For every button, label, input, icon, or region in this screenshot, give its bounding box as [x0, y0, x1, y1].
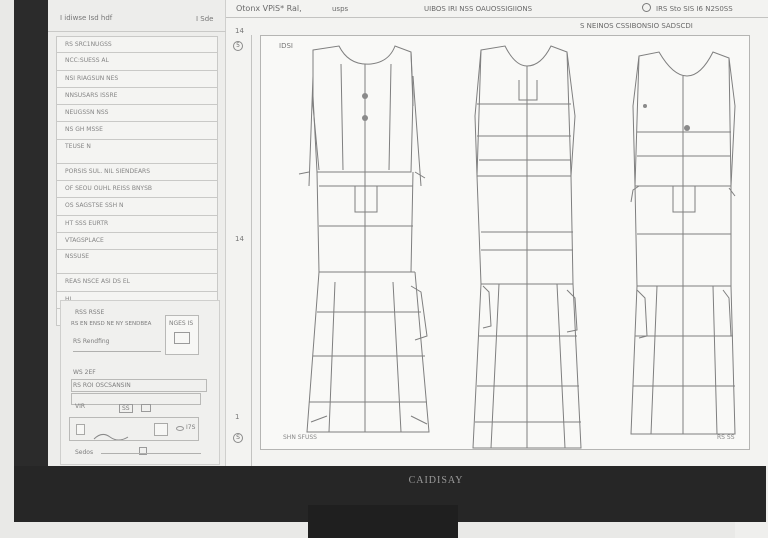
garment-side-view	[472, 45, 582, 449]
panel-header: I idiwse Isd hdf I Sde	[48, 0, 226, 32]
property-row[interactable]	[71, 379, 207, 392]
ruler-circle[interactable]: 5	[233, 41, 243, 51]
tree-item[interactable]: HT SSS EURTR	[56, 215, 218, 233]
footer-label: Sedos	[75, 449, 94, 456]
panel-title: I idiwse Isd hdf	[60, 14, 113, 22]
tree-item[interactable]: OS SAGSTSE SSH N	[56, 198, 218, 216]
size-value: NGES IS	[169, 320, 194, 327]
tool-row: I7S	[69, 417, 199, 441]
properties-panel: RSS RSSE RS EN ENSD NE NY SENDBEA NGES I…	[60, 300, 220, 465]
divider	[73, 351, 161, 352]
center-label: UIBOS IRI NSS OAUOSSIGIIONS	[424, 5, 533, 13]
canvas-footer-note: SHN SFUSS	[283, 434, 317, 441]
pattern-piece-list: RS SRC1NUGSS NCC:SUESS AL NSI RIAGSUN NES N…	[56, 36, 218, 327]
garment-back-view	[630, 51, 736, 435]
size-box[interactable]: NGES IS	[165, 315, 199, 355]
tree-item[interactable]: TEUSE N	[56, 139, 218, 164]
tree-item[interactable]: NNSUSARS ISSRE	[56, 87, 218, 106]
layers-panel: I idiwse Isd hdf I Sde RS SRC1NUGSS NCC:S…	[48, 0, 226, 466]
drawing-canvas[interactable]: IDSI SHN SFUSS RS SS	[260, 35, 750, 450]
right-label: S NEINOS CSSIBONSIO SADSCDI	[580, 22, 693, 30]
layers-icon[interactable]	[154, 423, 168, 436]
tree-item[interactable]: RS SRC1NUGSS	[56, 36, 218, 54]
property-label: WS 2EF	[73, 369, 96, 376]
ruler-mark: 14	[235, 27, 244, 35]
tool-value: I7S	[186, 424, 196, 431]
field-label: VIR	[75, 403, 86, 410]
tree-item[interactable]: NCC:SUESS AL	[56, 53, 218, 71]
grid-icon	[174, 332, 190, 344]
property-label: RS EN ENSD NE NY SENDBEA	[71, 321, 152, 327]
tree-item[interactable]: NS GH MSSE	[56, 122, 218, 140]
field-unit[interactable]: SS	[119, 404, 133, 413]
property-row[interactable]	[71, 393, 201, 405]
main-area: Otonx VPiS* Ral, usps UIBOS IRI NSS OAUO…	[226, 0, 768, 466]
canvas-page-label: RS SS	[717, 434, 735, 441]
sub-toolbar: S NEINOS CSSIBONSIO SADSCDI	[226, 18, 768, 35]
tree-item[interactable]: NSSUSE	[56, 250, 218, 275]
pen-icon[interactable]	[76, 424, 85, 435]
divider	[101, 453, 201, 454]
tree-item[interactable]: OF SEOU OUHL REISS BNYSB	[56, 181, 218, 199]
tree-item[interactable]: NSI RIAGSUN NES	[56, 70, 218, 88]
brand-logo: CAIDISAY	[408, 475, 464, 486]
panel-code: I Sde	[196, 15, 214, 23]
vertical-ruler: 14 5 14 1 S	[226, 27, 252, 466]
curve-tool[interactable]	[92, 425, 130, 441]
technical-flats	[298, 45, 736, 449]
property-label: RSS RSSE	[75, 309, 105, 316]
tree-item[interactable]: REAS NSCE ASI DS EL	[56, 274, 218, 292]
monitor-stand	[308, 505, 458, 538]
ruler-circle[interactable]: S	[233, 433, 243, 443]
screen: I idiwse Isd hdf I Sde RS SRC1NUGSS NCC:S…	[48, 0, 768, 466]
document-title: Otonx VPiS* Ral,	[236, 4, 302, 13]
ruler-mark: 1	[235, 413, 240, 421]
checkbox[interactable]	[141, 404, 151, 412]
tree-item[interactable]: NEUGSSN NSS	[56, 105, 218, 123]
tree-item[interactable]: PORSIS SUL. NIL SIENDEARS	[56, 163, 218, 182]
search-icon[interactable]	[642, 3, 651, 12]
tree-item[interactable]: VTAGSPLACE	[56, 232, 218, 251]
curve-icon	[93, 433, 129, 441]
property-label: RS Rendfing	[73, 338, 110, 345]
ruler-mark: 14	[235, 235, 244, 243]
hand-icon[interactable]	[176, 426, 184, 431]
garment-front-view	[298, 45, 430, 433]
sub-label: IRS Sto SIS I6 N2S0SS	[656, 5, 733, 13]
shortcut-label: usps	[332, 5, 349, 13]
